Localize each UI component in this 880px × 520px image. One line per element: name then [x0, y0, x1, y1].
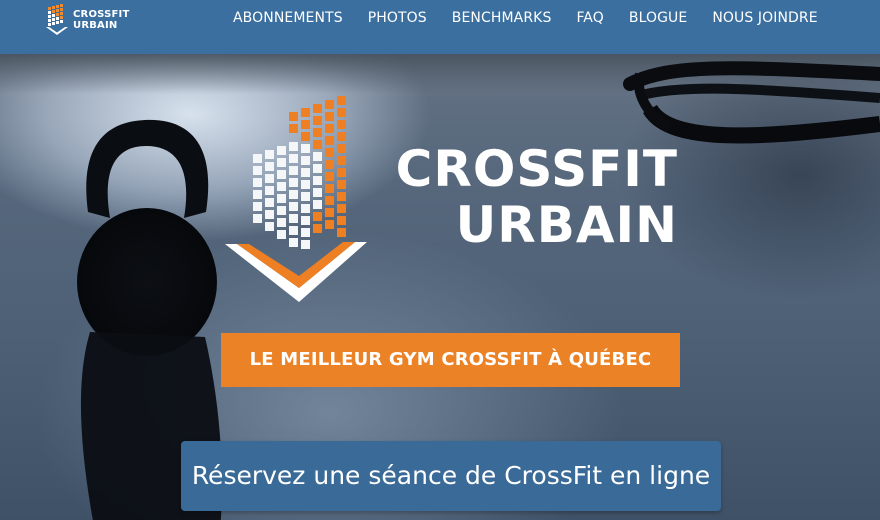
nav-blogue[interactable]: BLOGUE: [629, 10, 687, 26]
nav-benchmarks[interactable]: BENCHMARKS: [452, 10, 552, 26]
top-navbar: CROSSFIT URBAIN ABONNEMENTS PHOTOS BENCH…: [0, 0, 880, 54]
hero-title: CROSSFIT URBAIN: [378, 144, 678, 250]
brand-line1: CROSSFIT: [73, 9, 130, 20]
book-session-button[interactable]: Réservez une séance de CrossFit en ligne: [181, 441, 721, 511]
nav-faq[interactable]: FAQ: [576, 10, 603, 26]
nav-nous-joindre[interactable]: NOUS JOINDRE: [712, 10, 817, 26]
hero-tagline: LE MEILLEUR GYM CROSSFIT À QUÉBEC: [221, 333, 680, 387]
crossfit-urbain-logo: [225, 96, 367, 302]
hero-title-line2: URBAIN: [455, 196, 678, 254]
brand-text: CROSSFIT URBAIN: [73, 9, 129, 31]
main-nav: ABONNEMENTS PHOTOS BENCHMARKS FAQ BLOGUE…: [233, 10, 818, 26]
building-logo-icon: [46, 4, 68, 35]
hero-title-line1: CROSSFIT: [395, 140, 678, 198]
hero-section: CROSSFIT URBAIN LE MEILLEUR GYM CROSSFIT…: [0, 54, 880, 520]
brand-line2: URBAIN: [73, 20, 118, 31]
nav-photos[interactable]: PHOTOS: [368, 10, 427, 26]
nav-abonnements[interactable]: ABONNEMENTS: [233, 10, 343, 26]
brand-logo-link[interactable]: CROSSFIT URBAIN: [46, 2, 136, 38]
